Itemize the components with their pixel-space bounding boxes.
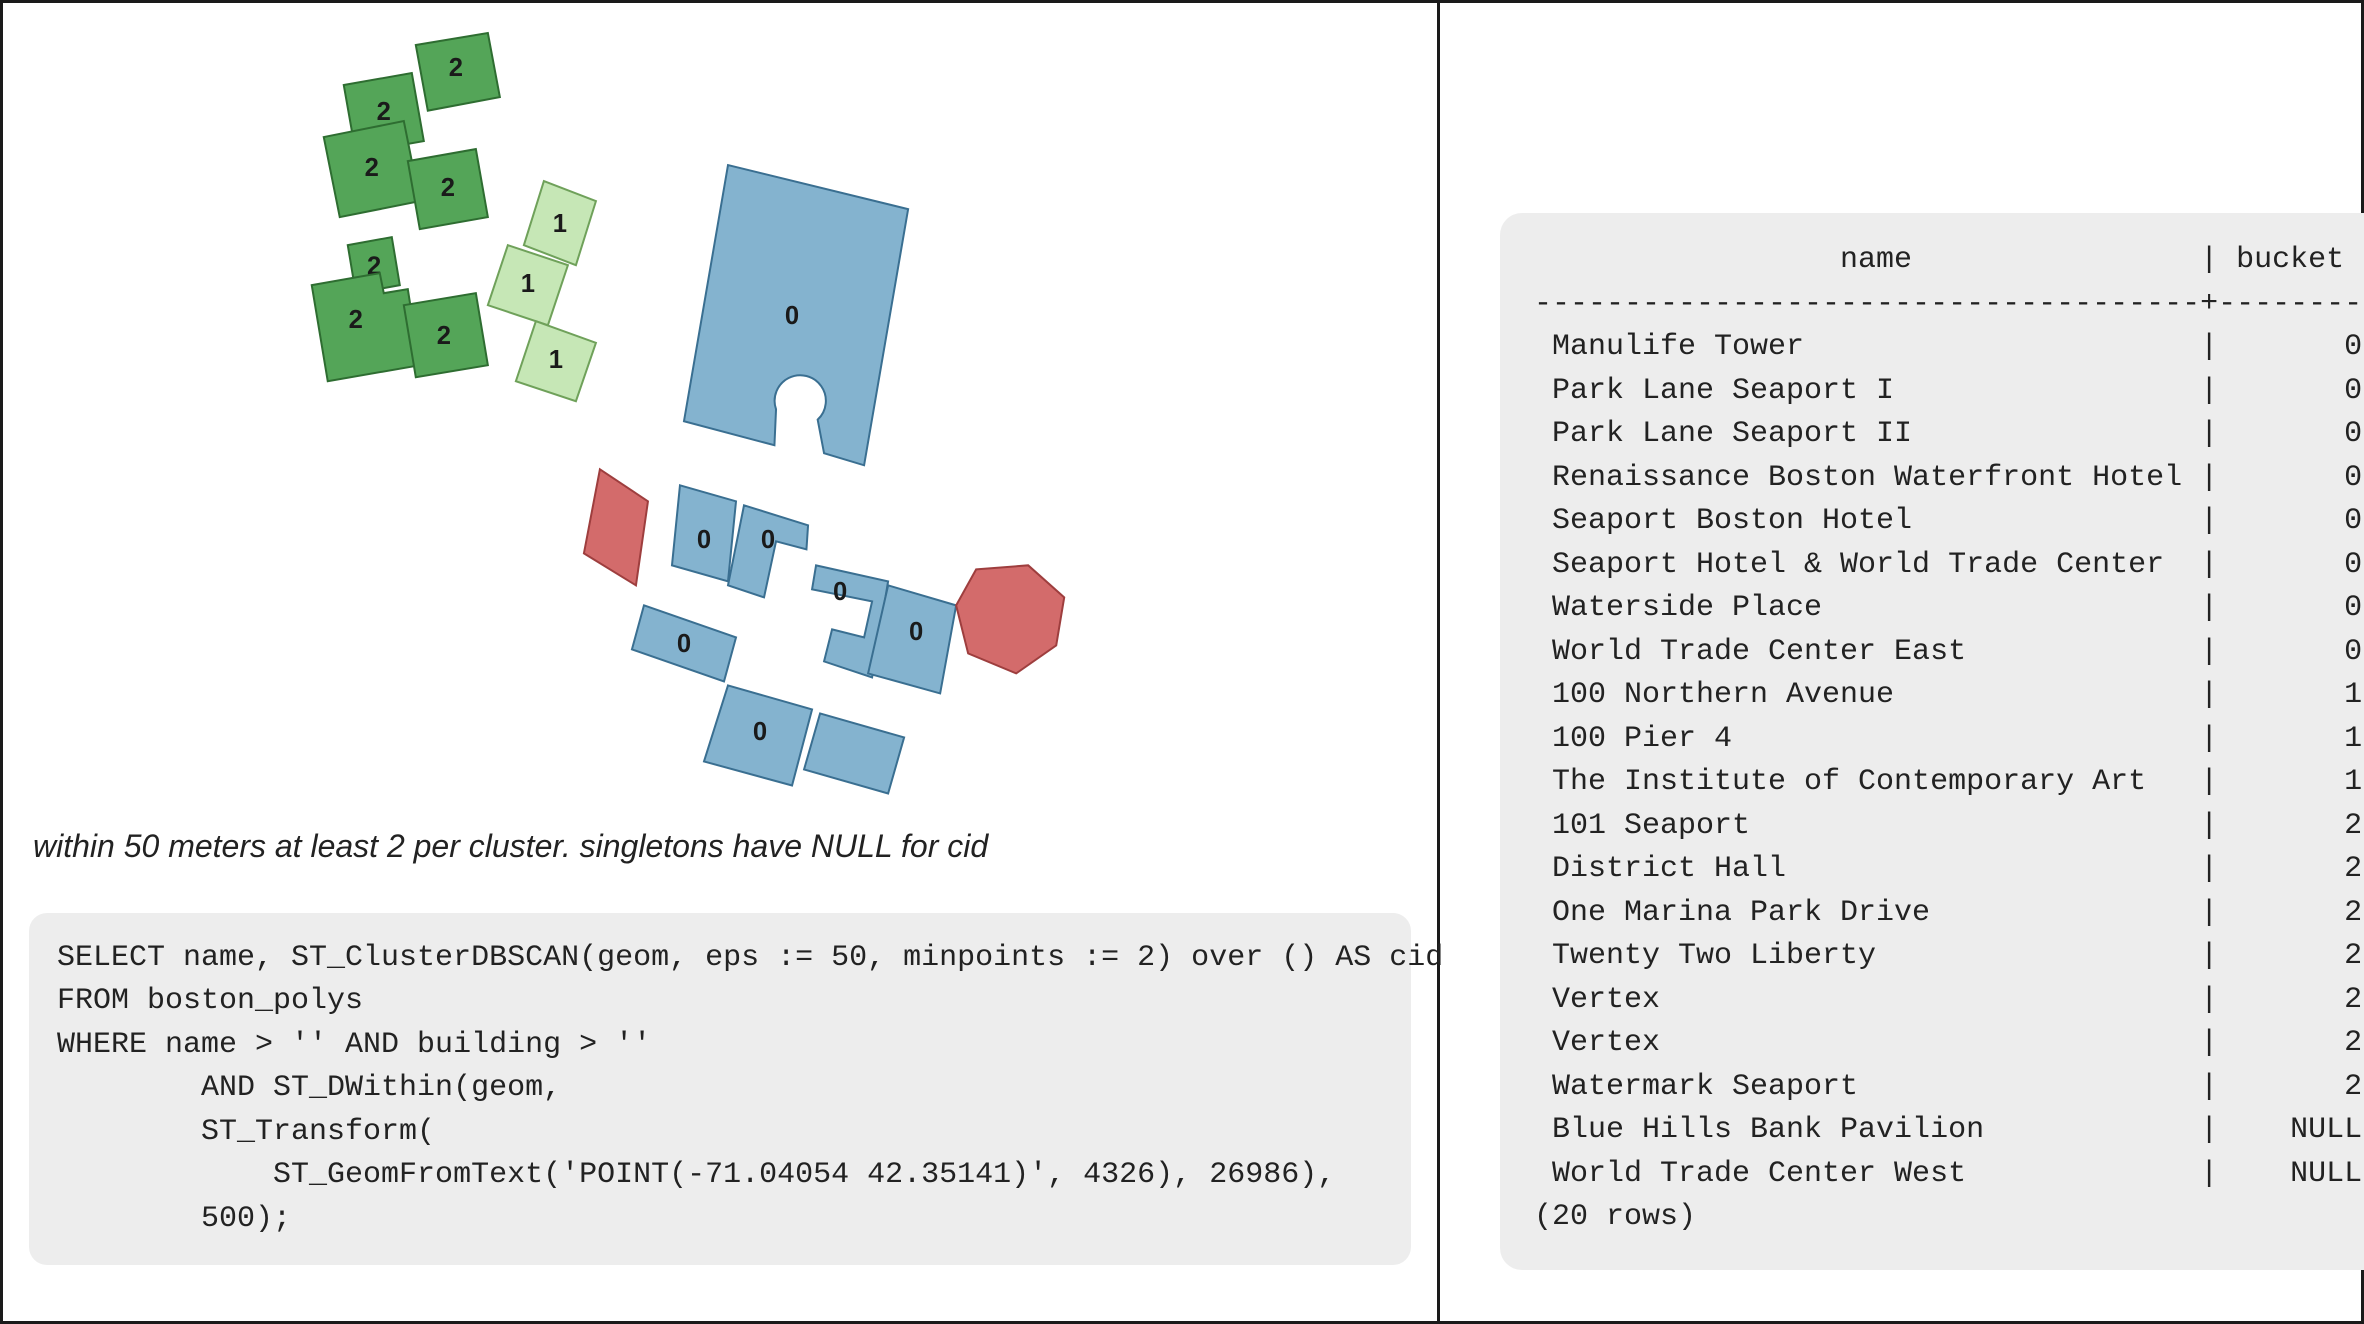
cluster-label: 2 — [349, 306, 363, 334]
cluster-label: 0 — [833, 578, 847, 606]
cluster-label: 2 — [449, 54, 463, 82]
query-results: name | bucket --------------------------… — [1500, 213, 2364, 1270]
building-polygon — [584, 469, 648, 585]
left-pane: 22222221110000000 within 50 meters at le… — [3, 3, 1440, 1321]
cluster-map: 22222221110000000 — [29, 21, 1411, 822]
building-polygon — [312, 273, 420, 381]
cluster-label: 1 — [553, 210, 567, 238]
cluster-label: 1 — [549, 346, 563, 374]
cluster-label: 0 — [785, 302, 799, 330]
cluster-label: 2 — [377, 98, 391, 126]
cluster-label: 1 — [521, 270, 535, 298]
right-pane: name | bucket --------------------------… — [1440, 3, 2364, 1321]
cluster-label: 2 — [437, 322, 451, 350]
sql-code-block: SELECT name, ST_ClusterDBSCAN(geom, eps … — [29, 913, 1411, 1266]
building-polygon — [804, 713, 904, 793]
cluster-label: 0 — [761, 526, 775, 554]
cluster-label: 0 — [677, 630, 691, 658]
map-caption: within 50 meters at least 2 per cluster.… — [33, 828, 1411, 865]
cluster-label: 0 — [909, 618, 923, 646]
cluster-label: 2 — [441, 174, 455, 202]
cluster-label: 0 — [753, 718, 767, 746]
cluster-label: 2 — [365, 154, 379, 182]
building-polygon — [956, 565, 1064, 673]
cluster-label: 0 — [697, 526, 711, 554]
